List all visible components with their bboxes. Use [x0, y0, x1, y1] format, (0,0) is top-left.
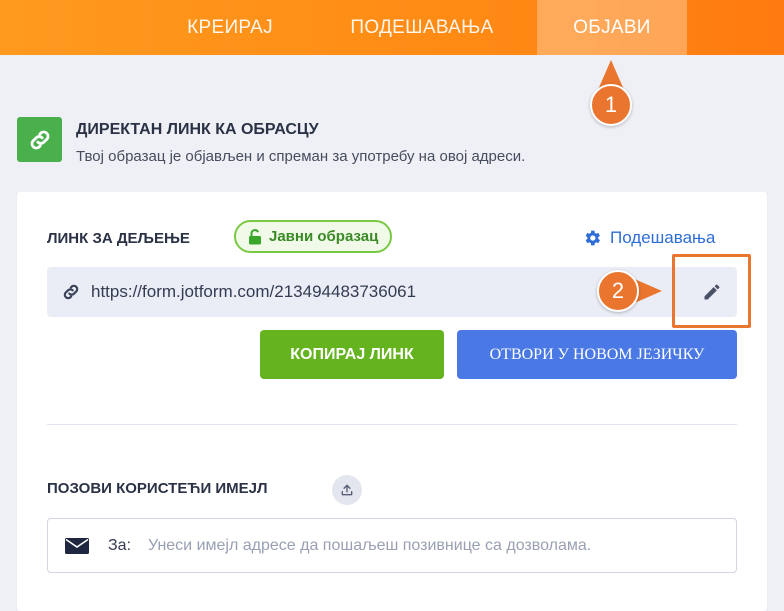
link-icon [63, 284, 79, 300]
open-new-tab-button[interactable]: ОТВОРИ У НОВОМ ЈЕЗИЧКУ [457, 330, 737, 379]
share-card: ЛИНК ЗА ДЕЉЕЊЕ Јавни образац Подешавања … [17, 192, 767, 611]
mail-icon [65, 538, 89, 554]
share-link-label: ЛИНК ЗА ДЕЉЕЊЕ [47, 230, 190, 247]
settings-link[interactable]: Подешавања [582, 228, 715, 248]
upload-share-button[interactable] [332, 475, 362, 505]
unlock-icon [249, 228, 261, 244]
callout-2-badge: 2 [597, 270, 639, 312]
settings-link-label: Подешавања [610, 228, 716, 247]
share-url-text[interactable]: https://form.jotform.com/213494483736061 [91, 282, 416, 302]
section-divider [47, 424, 737, 425]
public-form-badge[interactable]: Јавни образац [234, 220, 393, 253]
tab-publish[interactable]: ОБЈАВИ [537, 0, 687, 55]
invite-email-label: ПОЗОВИ КОРИСТЕЋИ ИМЕЈЛ [47, 480, 268, 497]
page-title: ДИРЕКТАН ЛИНК КА ОБРАСЦУ [76, 121, 319, 138]
callout-1-badge: 1 [590, 84, 632, 126]
page-subtitle: Твој образац је објављен и спреман за уп… [76, 148, 526, 165]
top-tab-bar: КРЕИРАЈ ПОДЕШАВАЊА ОБЈАВИ [0, 0, 784, 55]
edit-button-highlight [672, 254, 751, 328]
upload-icon [341, 484, 353, 496]
email-input[interactable] [148, 529, 728, 563]
tab-settings[interactable]: ПОДЕШАВАЊА [322, 0, 522, 55]
copy-link-button[interactable]: КОПИРАЈ ЛИНК [260, 330, 444, 379]
tab-create[interactable]: КРЕИРАЈ [160, 0, 300, 55]
invite-email-field[interactable]: За: [47, 518, 737, 573]
gear-icon [585, 230, 600, 246]
public-form-label: Јавни образац [269, 228, 379, 245]
to-label: За: [108, 537, 132, 554]
link-icon [17, 117, 62, 162]
